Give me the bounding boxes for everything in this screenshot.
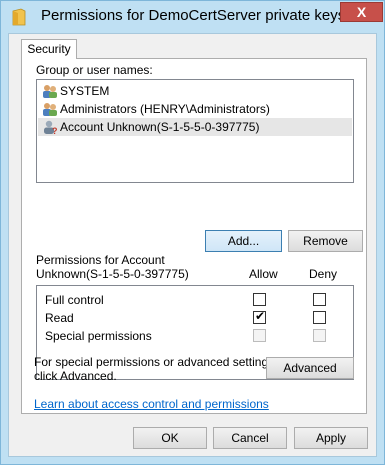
list-item-label: Account Unknown(S-1-5-5-0-397775) xyxy=(60,120,260,134)
list-item-administrators[interactable]: Administrators (HENRY\Administrators) xyxy=(38,100,352,118)
cancel-button[interactable]: Cancel xyxy=(213,427,287,449)
add-button-label: Add... xyxy=(227,234,260,248)
dialog-client-area: Security Group or user names: SYSTEM Adm… xyxy=(8,33,377,457)
unknown-user-icon: ? xyxy=(44,120,58,135)
list-item-label: SYSTEM xyxy=(60,84,110,98)
read-allow-checkbox[interactable]: ✔ xyxy=(253,309,266,324)
add-button[interactable]: Add... xyxy=(205,230,282,252)
users-group-icon xyxy=(43,103,57,116)
folder-icon xyxy=(12,8,26,26)
permission-row-special: Special permissions xyxy=(37,327,353,345)
users-group-icon xyxy=(43,85,57,98)
remove-button[interactable]: Remove xyxy=(288,230,363,252)
remove-button-label: Remove xyxy=(303,234,348,248)
special-deny-checkbox xyxy=(313,329,326,342)
permissions-label-line1: Permissions for Account xyxy=(36,253,165,267)
close-icon: X xyxy=(356,4,367,20)
permissions-dialog: Permissions for DemoCertServer private k… xyxy=(0,0,385,465)
permissions-label-line2: Unknown(S-1-5-5-0-397775) xyxy=(36,267,189,281)
list-item-account-unknown[interactable]: ? Account Unknown(S-1-5-5-0-397775) xyxy=(38,118,352,136)
close-button[interactable]: X xyxy=(340,2,383,22)
deny-column-header: Deny xyxy=(309,267,338,281)
permission-row-read: Read ✔ xyxy=(37,309,353,327)
apply-button-label: Apply xyxy=(315,431,347,445)
apply-button[interactable]: Apply xyxy=(294,427,368,449)
advanced-button[interactable]: Advanced xyxy=(266,357,354,379)
ok-button-label: OK xyxy=(161,431,179,445)
tab-security-label: Security xyxy=(27,42,71,56)
group-user-list[interactable]: SYSTEM Administrators (HENRY\Administrat… xyxy=(36,79,354,183)
full-control-allow-checkbox[interactable] xyxy=(253,293,266,306)
permission-row-full-control: Full control xyxy=(37,291,353,309)
permission-name: Read xyxy=(45,311,74,325)
advanced-note-line1: For special permissions or advanced sett… xyxy=(34,355,278,369)
checkmark-icon: ✔ xyxy=(255,309,266,323)
allow-column-header: Allow xyxy=(249,267,278,281)
svg-text:?: ? xyxy=(52,126,58,135)
permission-name: Full control xyxy=(45,293,104,307)
list-item-label: Administrators (HENRY\Administrators) xyxy=(60,102,270,116)
cancel-button-label: Cancel xyxy=(231,431,269,445)
learn-more-link[interactable]: Learn about access control and permissio… xyxy=(34,397,269,411)
permission-name: Special permissions xyxy=(45,329,152,343)
window-title: Permissions for DemoCertServer private k… xyxy=(41,7,346,24)
ok-button[interactable]: OK xyxy=(133,427,207,449)
special-allow-checkbox xyxy=(253,329,266,342)
title-bar[interactable]: Permissions for DemoCertServer private k… xyxy=(1,1,384,33)
read-deny-checkbox[interactable] xyxy=(313,311,326,324)
full-control-deny-checkbox[interactable] xyxy=(313,293,326,306)
advanced-note-line2: click Advanced. xyxy=(34,369,117,383)
group-names-label: Group or user names: xyxy=(36,63,153,77)
tab-security[interactable]: Security xyxy=(21,39,77,59)
advanced-button-label: Advanced xyxy=(283,361,337,375)
list-item-system[interactable]: SYSTEM xyxy=(38,82,352,100)
